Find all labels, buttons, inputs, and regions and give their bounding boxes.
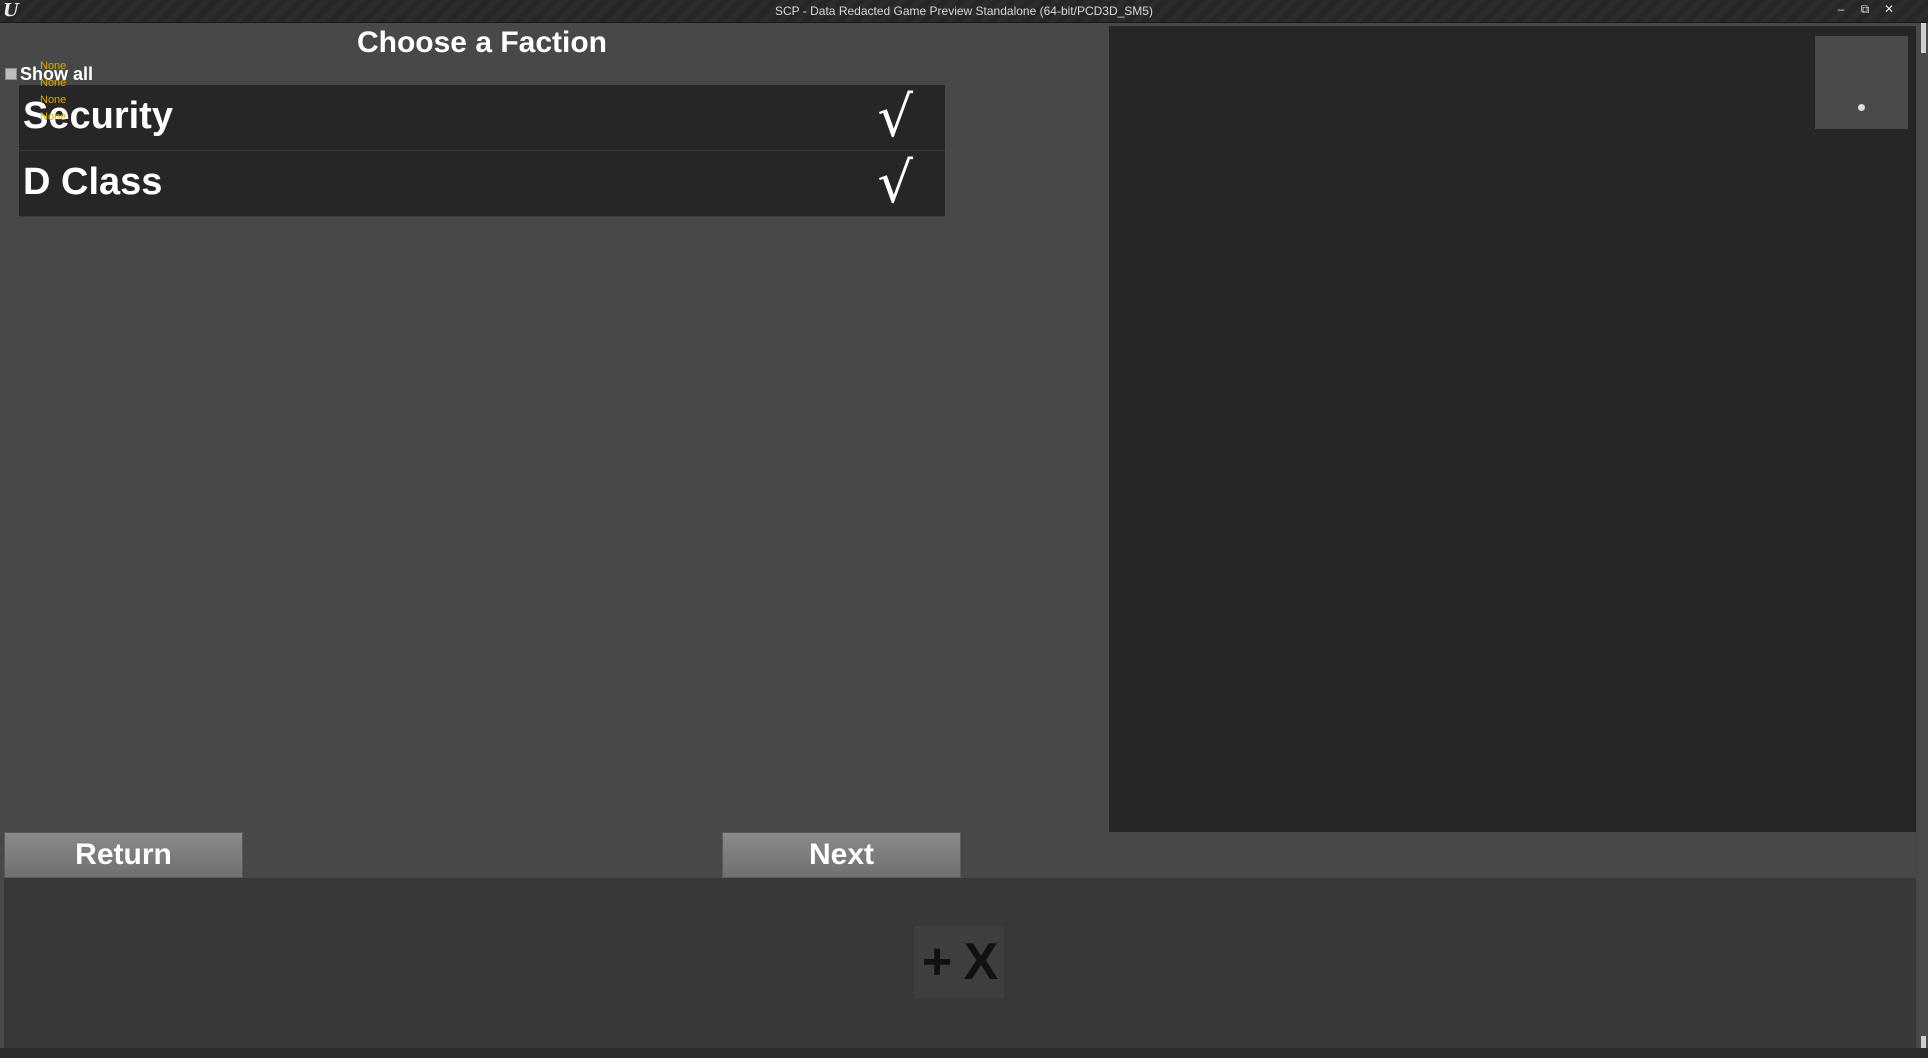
remove-button[interactable]: X: [958, 926, 1004, 998]
page-title: Choose a Faction: [356, 26, 608, 59]
faction-list: Security √ D Class √: [19, 85, 945, 217]
minimize-icon[interactable]: –: [1830, 1, 1852, 17]
faction-row-security[interactable]: Security √: [19, 85, 945, 151]
add-button[interactable]: +: [914, 926, 960, 998]
debug-output: None None None None: [40, 58, 66, 126]
checkmark-icon: √: [877, 85, 913, 150]
debug-line: None: [40, 77, 67, 89]
game-window: U SCP - Data Redacted Game Preview Stand…: [0, 0, 1928, 1058]
faction-name: D Class: [23, 161, 163, 203]
window-title: SCP - Data Redacted Game Preview Standal…: [775, 4, 1153, 18]
return-button[interactable]: Return: [4, 832, 243, 878]
preview-thumbnail: [1815, 36, 1908, 129]
debug-line: None: [40, 60, 67, 72]
scrollbar-thumb[interactable]: [1921, 23, 1926, 53]
title-bar[interactable]: U SCP - Data Redacted Game Preview Stand…: [0, 0, 1928, 23]
scrollbar[interactable]: [1919, 23, 1928, 1058]
debug-line: None: [40, 111, 67, 123]
thumbnail-dot: [1858, 104, 1865, 111]
debug-line: None: [40, 94, 67, 106]
faction-preview-panel: [1109, 26, 1916, 832]
status-strip: [0, 1048, 1928, 1058]
checkmark-icon: √: [877, 151, 913, 216]
checkbox-icon[interactable]: [5, 68, 17, 80]
close-icon[interactable]: ✕: [1878, 1, 1900, 17]
next-button[interactable]: Next: [722, 832, 961, 878]
restore-icon[interactable]: ⧉: [1854, 1, 1876, 17]
faction-row-d-class[interactable]: D Class √: [19, 151, 945, 217]
